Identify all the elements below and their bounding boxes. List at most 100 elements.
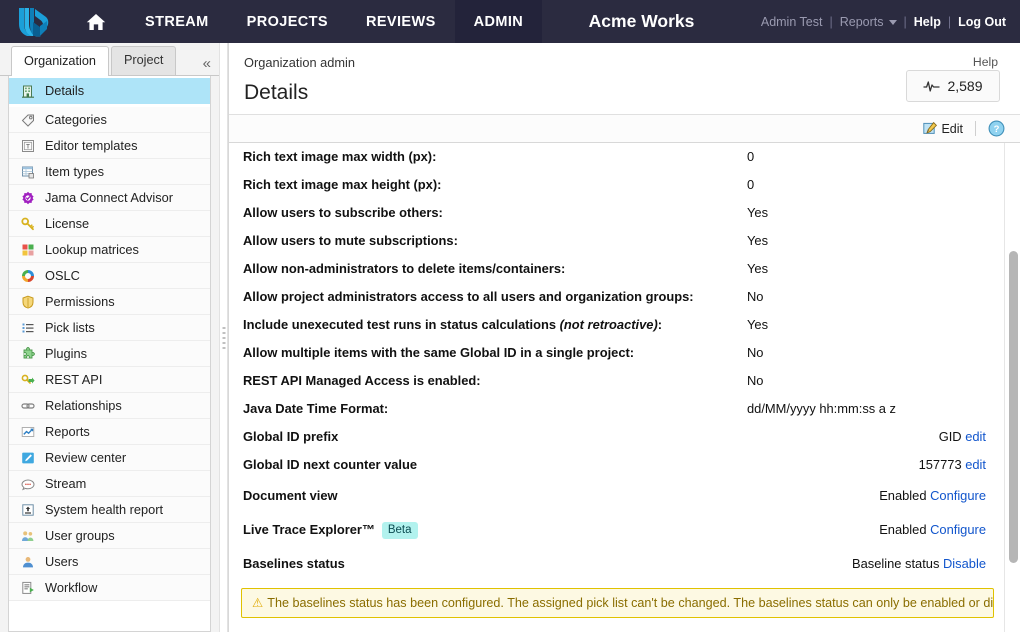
advisor-badge-icon (19, 190, 37, 206)
tab-project[interactable]: Project (110, 46, 177, 75)
sidebar-item-permissions[interactable]: Permissions (9, 289, 210, 315)
jama-logo-icon (19, 7, 49, 36)
sidebar-item-plugins[interactable]: Plugins (9, 341, 210, 367)
page-help-link[interactable]: Help (973, 55, 998, 69)
configure-link[interactable]: Configure (930, 488, 986, 503)
nav-item-reviews[interactable]: REVIEWS (347, 0, 455, 43)
svg-text:?: ? (994, 124, 1000, 135)
table-row: Allow multiple items with the same Globa… (229, 339, 1020, 367)
sidebar-splitter[interactable] (219, 43, 228, 632)
sidebar-item-editor-templates[interactable]: T Editor templates (9, 133, 210, 159)
table-row: Allow non-administrators to delete items… (229, 255, 1020, 283)
row-value: Enabled (879, 488, 927, 503)
edit-link[interactable]: edit (965, 457, 986, 472)
table-row: Java Date Time Format: dd/MM/yyyy hh:mm:… (229, 395, 1020, 423)
row-value: GID (938, 429, 962, 444)
chevron-down-icon (888, 19, 897, 25)
sidebar-item-label: Stream (45, 476, 87, 491)
sidebar-item-workflow[interactable]: Workflow (9, 575, 210, 601)
tab-label: Organization (24, 54, 96, 68)
row-label: Allow multiple items with the same Globa… (243, 345, 635, 360)
rest-api-icon (19, 372, 37, 388)
row-value-cell: 157773 edit (739, 451, 1020, 479)
sidebar-item-label: User groups (45, 528, 115, 543)
row-label: Live Trace Explorer™ Beta (229, 513, 739, 547)
table-row: REST API Managed Access is enabled: No (229, 367, 1020, 395)
sidebar-item-label: Permissions (45, 294, 115, 309)
warning-text: The baselines status has been configured… (267, 596, 994, 610)
sidebar-item-oslc[interactable]: OSLC (9, 263, 210, 289)
sidebar-item-details[interactable]: Details (9, 78, 210, 104)
sidebar-item-label: Jama Connect Advisor (45, 190, 174, 205)
row-value: dd/MM/yyyy hh:mm:ss a z (747, 401, 896, 416)
collapse-sidebar-button[interactable]: « (203, 56, 211, 71)
brand-label: Acme Works (588, 11, 695, 31)
sidebar-item-user-groups[interactable]: User groups (9, 523, 210, 549)
sidebar-item-review-center[interactable]: Review center (9, 445, 210, 471)
table-row: Global ID next counter value 157773 edit (229, 451, 1020, 479)
scrollbar-thumb[interactable] (1009, 251, 1018, 563)
sidebar-item-system-health-report[interactable]: System health report (9, 497, 210, 523)
activity-pulse-icon (923, 80, 941, 92)
configure-link[interactable]: Configure (930, 522, 986, 537)
warning-triangle-icon: ⚠ (252, 596, 264, 610)
activity-metric-button[interactable]: 2,589 (906, 70, 1000, 102)
help-link[interactable]: Help (914, 15, 941, 29)
sidebar-item-label: Pick lists (45, 320, 95, 335)
logout-link[interactable]: Log Out (958, 15, 1006, 29)
admin-sidebar: Organization Project « Details Categorie… (0, 43, 219, 632)
baselines-warning-banner: ⚠ The baselines status has been configure… (241, 588, 994, 618)
sidebar-item-license[interactable]: License (9, 211, 210, 237)
speech-bubble-icon (19, 476, 37, 492)
sidebar-item-stream[interactable]: Stream (9, 471, 210, 497)
sidebar-item-jama-connect-advisor[interactable]: Jama Connect Advisor (9, 185, 210, 211)
sidebar-item-lookup-matrices[interactable]: Lookup matrices (9, 237, 210, 263)
contextual-help-button[interactable]: ? (985, 120, 1008, 137)
reports-menu[interactable]: Reports (840, 15, 897, 29)
table-row: Allow project administrators access to a… (229, 283, 1020, 311)
table-row: Include unexecuted test runs in status c… (229, 311, 1020, 339)
home-button[interactable] (66, 0, 126, 43)
main-panel: Organization admin Help Details 2,589 Ed… (228, 43, 1020, 632)
row-label: Allow users to subscribe others: (243, 205, 443, 220)
sidebar-item-label: Relationships (45, 398, 122, 413)
sidebar-item-relationships[interactable]: Relationships (9, 393, 210, 419)
row-value: Enabled (879, 522, 927, 537)
edit-button[interactable]: Edit (920, 121, 966, 136)
row-label: Global ID next counter value (243, 457, 418, 472)
vertical-scrollbar[interactable] (1004, 143, 1020, 632)
tab-organization[interactable]: Organization (11, 46, 109, 76)
reports-menu-label: Reports (839, 14, 884, 29)
sidebar-item-reports[interactable]: Reports (9, 419, 210, 445)
row-value: 0 (747, 177, 755, 192)
user-group-icon (19, 528, 37, 544)
nav-item-projects[interactable]: PROJECTS (228, 0, 347, 43)
sidebar-item-label: Users (45, 554, 79, 569)
sidebar-item-rest-api[interactable]: REST API (9, 367, 210, 393)
row-label: REST API Managed Access is enabled: (243, 373, 481, 388)
table-row: Rich text image max width (px): 0 (229, 143, 1020, 171)
sidebar-item-pick-lists[interactable]: Pick lists (9, 315, 210, 341)
sidebar-item-label: License (45, 216, 90, 231)
sidebar-item-users[interactable]: Users (9, 549, 210, 575)
row-value: 157773 (918, 457, 962, 472)
sidebar-item-label: Item types (45, 164, 105, 179)
disable-link[interactable]: Disable (943, 556, 986, 571)
edit-link[interactable]: edit (965, 429, 986, 444)
nav-item-stream[interactable]: STREAM (126, 0, 228, 43)
sidebar-item-label: System health report (45, 502, 164, 517)
sidebar-tabstrip: Organization Project « (0, 43, 219, 76)
admin-nav-list: Details Categories T Editor templates It… (8, 76, 211, 632)
nav-item-admin[interactable]: ADMIN (454, 0, 543, 43)
sidebar-item-categories[interactable]: Categories (9, 107, 210, 133)
sidebar-item-item-types[interactable]: Item types (9, 159, 210, 185)
details-content: Rich text image max width (px): 0 Rich t… (229, 143, 1020, 632)
row-label: Allow non-administrators to delete items… (243, 261, 566, 276)
activity-metric-value: 2,589 (947, 78, 983, 94)
sidebar-item-label: Plugins (45, 346, 87, 361)
current-user-name[interactable]: Admin Test (761, 15, 823, 29)
list-icon (19, 320, 37, 336)
content-toolbar: Edit ? (229, 114, 1020, 143)
app-logo[interactable] (0, 0, 66, 43)
pencil-review-icon (19, 450, 37, 466)
